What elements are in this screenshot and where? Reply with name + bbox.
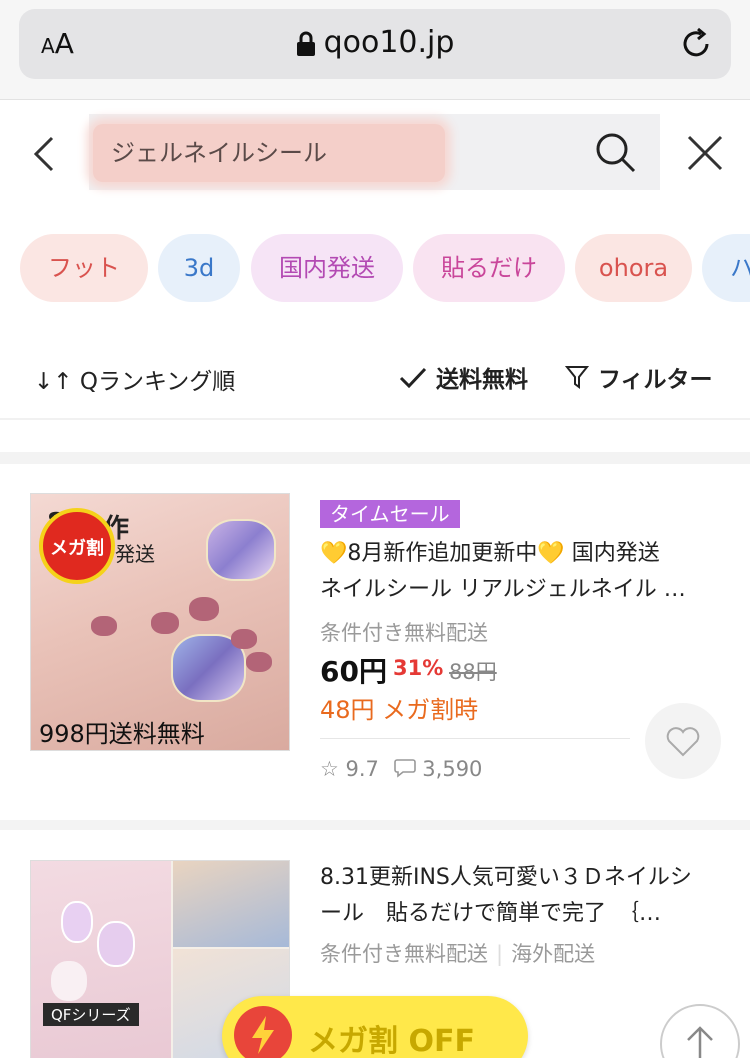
arrow-up-icon — [687, 1026, 713, 1058]
nail-graphic — [151, 612, 179, 634]
product-title[interactable]: ネイルシール リアルジェルネイル … — [320, 572, 730, 608]
filter-icon — [564, 366, 590, 389]
scroll-top-button[interactable] — [660, 1004, 740, 1058]
nail-graphic — [97, 921, 135, 967]
nail-graphic — [91, 616, 117, 636]
time-sale-badge: タイムセール — [320, 500, 460, 528]
product-title[interactable]: 💛8月新作追加更新中💛 国内発送 — [320, 536, 730, 572]
shipping-origin: 海外配送 — [511, 942, 596, 966]
shipping-condition: 条件付き無料配送 | 海外配送 — [320, 942, 596, 966]
sort-filter-bar: ↓↑ Qランキング順 送料無料 フィルター — [0, 340, 750, 410]
reload-icon[interactable] — [679, 27, 713, 61]
filter-button[interactable]: フィルター — [564, 360, 713, 394]
back-arrow-icon[interactable] — [30, 134, 58, 174]
nail-photo — [173, 861, 289, 947]
discount-rate: 31% — [393, 656, 444, 680]
product-title[interactable]: ール 貼るだけで簡単で完了 ｛… — [320, 896, 730, 932]
search-header: ジェルネイルシール — [0, 100, 750, 210]
shipping-condition: 条件付き無料配送 — [320, 621, 488, 645]
comment-icon — [393, 759, 416, 778]
sort-arrows-icon: ↓↑ — [34, 369, 73, 395]
divider — [320, 738, 630, 739]
search-icon[interactable] — [594, 131, 638, 175]
divider — [0, 418, 750, 420]
thumb-text: 発送 — [115, 542, 155, 566]
free-shipping-label: 送料無料 — [436, 367, 529, 393]
keyword-chips: フット 3d 国内発送 貼るだけ ohora ハ — [0, 234, 750, 302]
url-text: qoo10.jp — [323, 25, 455, 60]
favorite-button[interactable] — [645, 703, 721, 779]
chip-partial[interactable]: ハ — [702, 234, 750, 302]
close-icon[interactable] — [686, 134, 724, 172]
product-title[interactable]: 8.31更新INS人気可愛い３Ｄネイルシ — [320, 860, 730, 896]
separator: | — [496, 942, 504, 966]
nail-photo — [31, 861, 171, 1058]
chip-ohora[interactable]: ohora — [575, 234, 692, 302]
mega-sale-badge: メガ割 — [39, 508, 115, 584]
free-shipping-toggle[interactable]: 送料無料 — [398, 360, 528, 394]
nail-graphic — [231, 629, 257, 649]
nail-graphic — [189, 597, 219, 621]
nail-graphic — [246, 652, 272, 672]
section-gap — [0, 452, 750, 464]
nail-graphic — [51, 961, 87, 1001]
product-price: 60円 — [320, 655, 387, 688]
section-gap — [0, 820, 750, 830]
thumb-series-label: QFシリーズ — [43, 1003, 139, 1026]
thumb-free-shipping-text: 998円送料無料 — [39, 720, 205, 748]
checkmark-icon — [399, 367, 427, 389]
address-bar[interactable]: AA qoo10.jp — [19, 9, 731, 79]
mega-sale-off-button[interactable]: メガ割 OFF — [222, 996, 528, 1058]
rating-value: 9.7 — [345, 757, 379, 781]
chip-domestic-shipping[interactable]: 国内発送 — [251, 234, 403, 302]
chip-3d[interactable]: 3d — [158, 234, 240, 302]
rating-stats: ☆ 9.7 3,590 — [320, 757, 482, 781]
product-thumbnail[interactable]: 8 作 発送 メガ割 998円送料無料 — [30, 493, 290, 751]
review-count: 3,590 — [422, 757, 483, 781]
mega-off-label: メガ割 OFF — [308, 1024, 475, 1058]
original-price: 88円 — [449, 660, 497, 684]
heart-icon — [666, 727, 700, 757]
search-query-text: ジェルネイルシール — [93, 124, 445, 182]
search-input[interactable]: ジェルネイルシール — [89, 114, 660, 190]
star-icon: ☆ — [320, 757, 339, 781]
chip-stick-only[interactable]: 貼るだけ — [413, 234, 565, 302]
mega-sale-price: 48円 メガ割時 — [320, 696, 479, 724]
url-display[interactable]: qoo10.jp — [19, 25, 731, 60]
browser-toolbar: AA qoo10.jp — [0, 0, 750, 100]
lock-icon — [296, 31, 315, 56]
sort-label: Qランキング順 — [79, 369, 236, 395]
nail-art-graphic — [206, 519, 276, 581]
chip-foot[interactable]: フット — [20, 234, 148, 302]
nail-graphic — [61, 901, 93, 943]
sort-button[interactable]: ↓↑ Qランキング順 — [34, 362, 235, 396]
lightning-icon — [234, 1006, 292, 1058]
filter-label: フィルター — [598, 367, 713, 393]
mega-badge-text: メガ割 — [50, 538, 104, 559]
